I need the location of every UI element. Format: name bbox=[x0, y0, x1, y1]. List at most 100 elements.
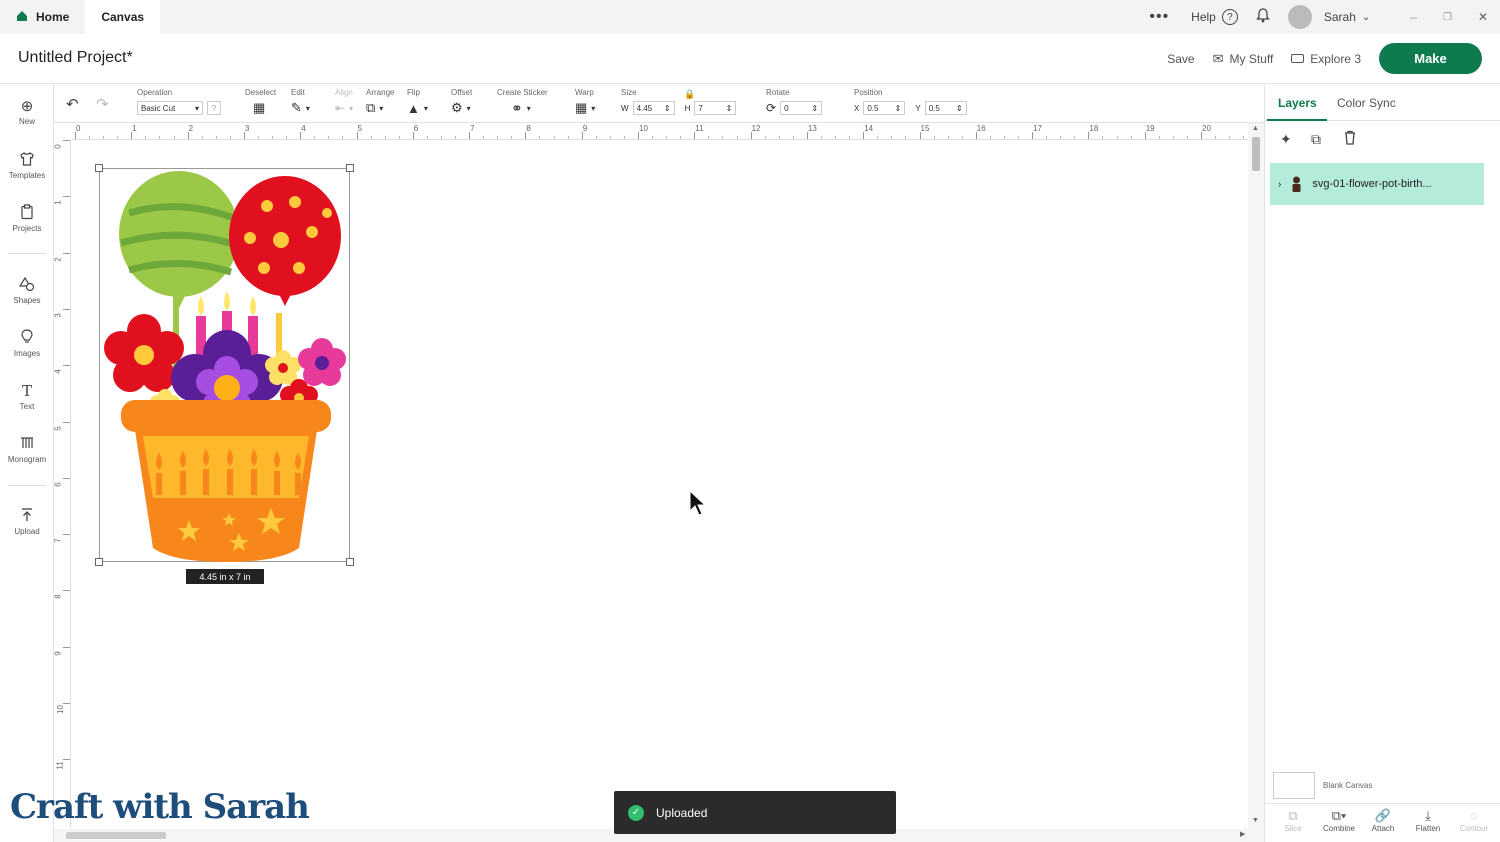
ruler-tick bbox=[961, 136, 963, 139]
sidebar-item-upload[interactable]: Upload bbox=[0, 507, 54, 536]
ruler-tick bbox=[1074, 136, 1076, 139]
scroll-up-icon[interactable]: ▲ bbox=[1252, 125, 1259, 132]
scroll-right-icon[interactable]: ▶ bbox=[1240, 830, 1245, 838]
sidebar-item-monogram[interactable]: Monogram bbox=[0, 435, 54, 464]
sidebar-item-label: Upload bbox=[14, 527, 40, 536]
flatten-icon: ⤓ bbox=[1425, 808, 1431, 823]
watermark: Craft with Sarah bbox=[10, 787, 310, 827]
deselect-group[interactable]: Deselect ▦ bbox=[245, 88, 276, 117]
size-width-input[interactable]: 4.45 ⇕ bbox=[632, 101, 675, 115]
offset-label: Offset bbox=[451, 88, 473, 97]
ruler-tick-label: 5 bbox=[357, 124, 362, 133]
scroll-thumb[interactable] bbox=[66, 832, 166, 839]
toast-message: Uploaded bbox=[656, 805, 708, 820]
arrange-group[interactable]: Arrange ⧉ ▾ bbox=[366, 88, 394, 117]
clipboard-icon bbox=[0, 204, 54, 222]
mouse-cursor-icon bbox=[689, 489, 707, 516]
machine-label: Explore 3 bbox=[1310, 51, 1361, 66]
ruler-tick bbox=[63, 646, 70, 648]
combine-button[interactable]: ⧉▾ Combine bbox=[1319, 808, 1359, 833]
redo-icon[interactable]: ↷ bbox=[96, 95, 109, 113]
expand-chevron-icon[interactable]: › bbox=[1278, 179, 1281, 190]
bell-icon[interactable] bbox=[1256, 8, 1270, 26]
tab-home[interactable]: Home bbox=[0, 0, 85, 34]
avatar[interactable] bbox=[1287, 5, 1312, 29]
ruler-tick bbox=[63, 703, 70, 704]
ruler-tick bbox=[201, 136, 203, 139]
blank-canvas-swatch bbox=[1273, 772, 1315, 799]
close-icon[interactable]: ✕ bbox=[1478, 10, 1488, 24]
layer-item[interactable]: › svg-01-flower-pot-birth... bbox=[1270, 163, 1484, 205]
tab-canvas[interactable]: Canvas bbox=[85, 0, 161, 34]
machine-selector[interactable]: Explore 3 bbox=[1291, 52, 1361, 66]
offset-group[interactable]: Offset ⚙ ▾ bbox=[451, 88, 472, 117]
ruler-tick-label: 1 bbox=[53, 200, 63, 206]
sidebar-item-templates[interactable]: Templates bbox=[0, 151, 54, 180]
ruler-tick bbox=[63, 590, 70, 592]
scroll-down-icon[interactable]: ▼ bbox=[1252, 817, 1259, 824]
undo-icon[interactable]: ↶ bbox=[66, 95, 79, 113]
operation-help-icon[interactable]: ? bbox=[207, 101, 221, 115]
trash-icon[interactable] bbox=[1343, 130, 1357, 150]
contour-button[interactable]: ◌ Contour bbox=[1454, 808, 1494, 833]
save-button[interactable]: Save bbox=[1167, 52, 1194, 66]
more-icon[interactable]: ••• bbox=[1149, 8, 1169, 26]
sidebar-item-images[interactable]: Images bbox=[0, 329, 54, 358]
edit-group[interactable]: Edit ✎ ▾ bbox=[291, 88, 310, 117]
design-canvas[interactable] bbox=[72, 141, 1248, 829]
project-title[interactable]: Untitled Project* bbox=[18, 49, 133, 67]
position-y-input[interactable]: 0.5 ⇕ bbox=[924, 101, 967, 115]
duplicate-icon[interactable]: ⧉ bbox=[1311, 131, 1321, 148]
vertical-scrollbar[interactable]: ▲ ▼ bbox=[1248, 123, 1264, 842]
group-icon[interactable]: ✦ bbox=[1280, 131, 1292, 148]
sidebar-item-text[interactable]: T Text bbox=[0, 382, 54, 411]
operation-select[interactable]: Basic Cut ▾ bbox=[137, 101, 203, 115]
ruler-tick bbox=[300, 132, 302, 139]
ruler-tick bbox=[63, 365, 70, 367]
blank-canvas-label: Blank Canvas bbox=[1323, 781, 1373, 790]
restore-icon[interactable]: ❐ bbox=[1443, 12, 1452, 23]
flatten-button[interactable]: ⤓ Flatten bbox=[1408, 808, 1448, 833]
ruler-tick bbox=[609, 136, 611, 139]
sidebar-item-projects[interactable]: Projects bbox=[0, 204, 54, 233]
ruler-tick bbox=[511, 136, 513, 139]
stepper-icon: ⇕ bbox=[811, 103, 819, 113]
tab-color-sync[interactable]: Color Sync bbox=[1337, 96, 1396, 110]
sidebar-item-label: Text bbox=[19, 402, 35, 411]
size-height-input[interactable]: 7 ⇕ bbox=[694, 101, 737, 115]
ruler-tick bbox=[849, 136, 851, 139]
scroll-thumb[interactable] bbox=[1252, 137, 1260, 171]
sidebar-item-label: Images bbox=[13, 349, 41, 358]
minimize-icon[interactable]: – bbox=[1410, 10, 1417, 24]
ruler-tick-label: 17 bbox=[1033, 124, 1042, 133]
rotate-value: 0 bbox=[784, 103, 789, 113]
ruler-tick bbox=[63, 252, 70, 254]
help-icon[interactable]: ? bbox=[1221, 9, 1238, 25]
rotate-input[interactable]: 0 ⇕ bbox=[780, 101, 823, 115]
flip-group[interactable]: Flip ▲ ▾ bbox=[407, 88, 428, 117]
create-sticker-group[interactable]: Create Sticker ⚭ ▾ bbox=[497, 88, 548, 117]
ruler-tick-label: 8 bbox=[526, 124, 531, 133]
slice-button[interactable]: ⧉ Slice bbox=[1273, 808, 1313, 833]
chevron-down-icon[interactable]: ⌄ bbox=[1362, 12, 1370, 23]
help-label[interactable]: Help bbox=[1191, 10, 1216, 24]
sidebar-item-new[interactable]: ⊕ New bbox=[0, 97, 54, 126]
blank-canvas-item[interactable]: Blank Canvas bbox=[1273, 772, 1372, 799]
mystuff-button[interactable]: ✉ My Stuff bbox=[1213, 51, 1274, 67]
attach-button[interactable]: 🔗 Attach bbox=[1363, 808, 1403, 833]
position-x-input[interactable]: 0.5 ⇕ bbox=[863, 101, 906, 115]
flower-pot-image[interactable] bbox=[99, 168, 350, 562]
ruler-tick bbox=[1144, 132, 1146, 139]
warp-group[interactable]: Warp ▦ ▾ bbox=[575, 88, 595, 117]
ruler-tick bbox=[764, 136, 766, 139]
ruler-tick-label: 9 bbox=[582, 124, 588, 133]
ruler-tick-label: 1 bbox=[132, 124, 137, 133]
lock-icon[interactable]: 🔒 bbox=[684, 89, 695, 100]
tab-layers[interactable]: Layers bbox=[1278, 96, 1317, 110]
align-icon: ⇤ bbox=[335, 101, 346, 115]
tab-home-label: Home bbox=[36, 10, 70, 24]
rotate-group: Rotate ⟳ 0 ⇕ bbox=[766, 88, 823, 117]
user-name[interactable]: Sarah bbox=[1324, 10, 1356, 24]
make-button[interactable]: Make bbox=[1379, 43, 1482, 74]
sidebar-item-shapes[interactable]: Shapes bbox=[0, 276, 54, 305]
